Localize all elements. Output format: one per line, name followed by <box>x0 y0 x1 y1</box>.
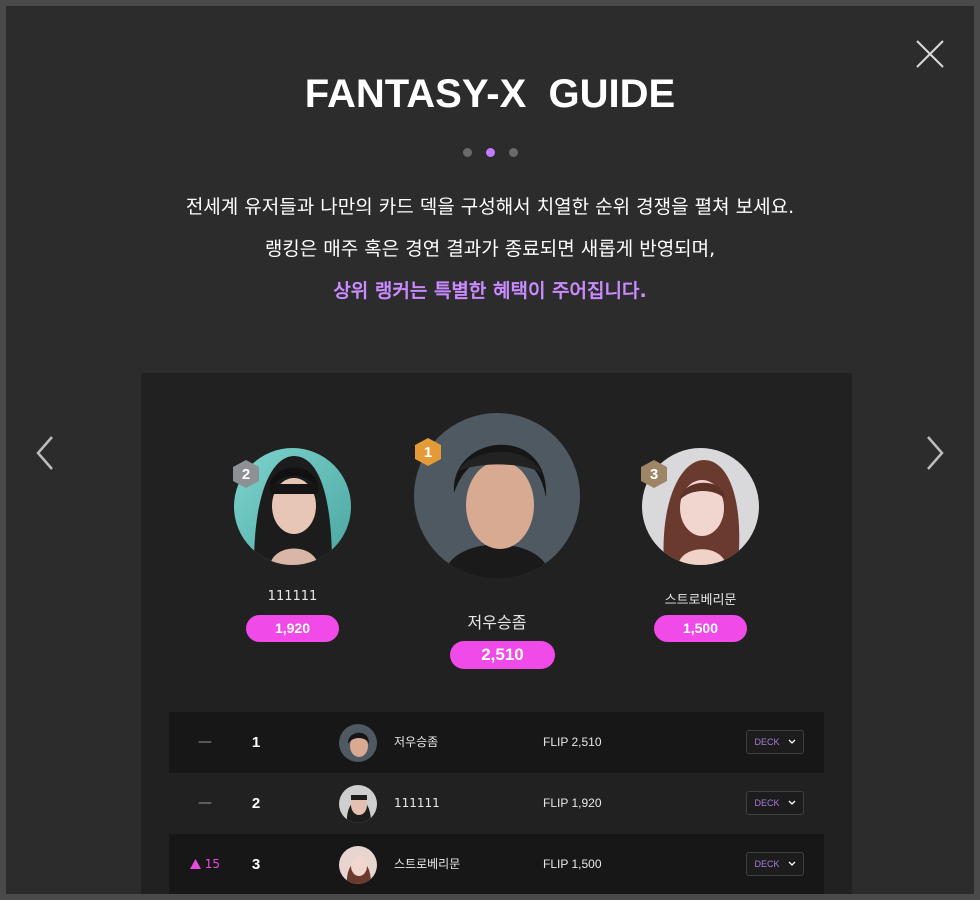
row-name: 111111 <box>394 796 440 810</box>
close-icon <box>916 40 944 68</box>
row-avatar <box>339 846 377 884</box>
chevron-left-icon <box>36 436 53 470</box>
row-score: FLIP 2,510 <box>543 735 602 749</box>
chevron-down-icon <box>788 739 795 744</box>
rank-change-none: — <box>198 734 212 750</box>
row-rank: 1 <box>251 734 261 751</box>
deck-label: DECK <box>754 859 780 869</box>
page-dot-2-active[interactable] <box>485 148 495 157</box>
page-dot-3[interactable] <box>508 148 518 157</box>
deck-dropdown-button[interactable]: DECK <box>746 730 804 754</box>
ranking-table: — 1 저우승좀 FLIP 2,510 DECK — 2 111111 FLIP… <box>169 712 824 894</box>
guide-modal: FANTASY-X GUIDE 전세계 유저들과 나만의 카드 덱을 구성해서 … <box>6 6 974 894</box>
close-button[interactable] <box>914 38 946 70</box>
row-name: 저우승좀 <box>394 735 439 749</box>
rank-3-name: 스트로베리문 <box>664 593 737 608</box>
row-name: 스트로베리문 <box>394 857 461 871</box>
row-score: FLIP 1,920 <box>543 796 602 810</box>
table-row: — 2 111111 FLIP 1,920 DECK <box>169 773 824 834</box>
row-avatar <box>339 724 377 762</box>
next-slide-button[interactable] <box>918 431 948 475</box>
rank-2-score: 1,920 <box>246 615 339 642</box>
deck-dropdown-button[interactable]: DECK <box>746 791 804 815</box>
triangle-up-icon <box>189 859 201 869</box>
chevron-down-icon <box>788 861 795 866</box>
ranking-preview-panel: 2 111111 1,920 1 저우승좀 2,510 3 스트로베리문 1,5… <box>141 373 852 894</box>
rank-1-score: 2,510 <box>450 641 555 669</box>
rank-2-badge: 2 <box>232 459 260 489</box>
table-row: — 1 저우승좀 FLIP 2,510 DECK <box>169 712 824 773</box>
row-score: FLIP 1,500 <box>543 857 602 871</box>
rank-2-name: 111111 <box>267 589 318 604</box>
rank-3-score: 1,500 <box>654 615 747 642</box>
row-avatar <box>339 785 377 823</box>
table-row: 15 3 스트로베리문 FLIP 1,500 DECK <box>169 834 824 894</box>
description-line-1: 전세계 유저들과 나만의 카드 덱을 구성해서 치열한 순위 경쟁을 펼쳐 보세… <box>185 196 795 218</box>
deck-dropdown-button[interactable]: DECK <box>746 852 804 876</box>
row-rank: 3 <box>251 856 261 873</box>
page-dot-1[interactable] <box>462 148 472 157</box>
description-highlight: 상위 랭커는 특별한 혜택이 주어집니다. <box>333 280 647 302</box>
row-rank: 2 <box>251 795 261 812</box>
rank-1-name: 저우승좀 <box>467 613 527 632</box>
deck-label: DECK <box>754 737 780 747</box>
chevron-down-icon <box>788 800 795 805</box>
rank-1-badge: 1 <box>414 437 442 467</box>
modal-title: FANTASY-X GUIDE <box>304 72 676 116</box>
rank-change-up: 15 <box>185 834 225 894</box>
description-line-2: 랭킹은 매주 혹은 경연 결과가 종료되면 새롭게 반영되며, <box>264 238 716 260</box>
prev-slide-button[interactable] <box>32 431 62 475</box>
rank-change-none: — <box>198 795 212 811</box>
chevron-right-icon <box>927 436 944 470</box>
rank-3-badge: 3 <box>640 459 668 489</box>
deck-label: DECK <box>754 798 780 808</box>
pagination-dots <box>6 148 974 157</box>
